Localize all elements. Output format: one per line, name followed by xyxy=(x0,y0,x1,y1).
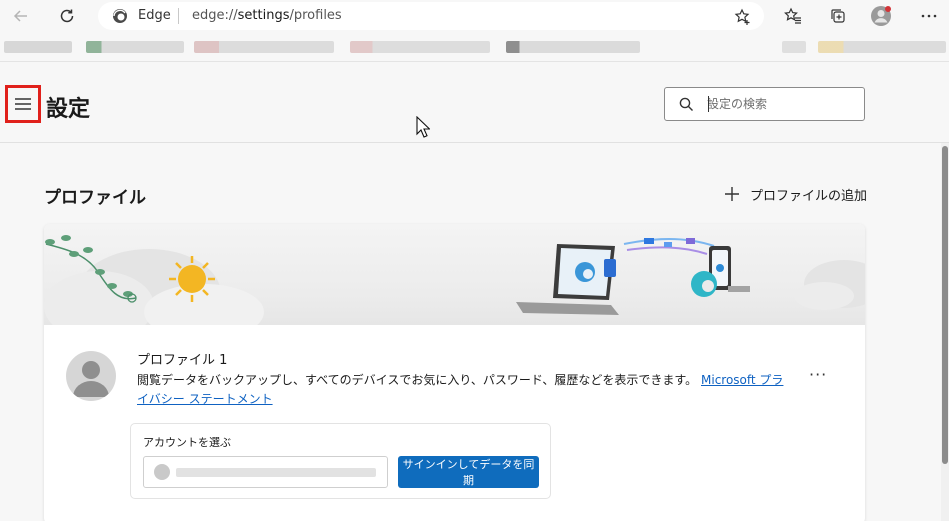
profile-button[interactable] xyxy=(869,4,893,28)
favorite-item[interactable] xyxy=(86,41,184,53)
text-caret xyxy=(708,96,709,112)
account-email-blurred xyxy=(176,468,376,477)
browser-menu-button[interactable] xyxy=(917,4,941,28)
signin-sync-button[interactable]: サインインしてデータを同期 xyxy=(398,456,539,488)
profile-banner-illustration xyxy=(44,224,865,341)
settings-search-input[interactable] xyxy=(707,93,857,115)
plus-icon xyxy=(725,187,739,201)
profile-name: プロファイル 1 xyxy=(137,353,228,368)
section-title: プロファイル xyxy=(44,188,146,208)
back-button[interactable] xyxy=(9,4,33,28)
add-profile-label: プロファイルの追加 xyxy=(750,188,868,204)
collections-button[interactable] xyxy=(826,4,850,28)
edge-logo-icon xyxy=(113,9,127,23)
favorite-item[interactable] xyxy=(350,41,490,53)
favorite-item[interactable] xyxy=(818,41,946,53)
back-arrow-icon xyxy=(13,10,27,22)
favorites-button[interactable] xyxy=(781,4,805,28)
refresh-icon xyxy=(60,9,74,23)
address-separator xyxy=(178,8,179,24)
mouse-cursor-icon xyxy=(416,116,430,138)
settings-header: 設定 xyxy=(0,63,949,143)
settings-search-box[interactable] xyxy=(664,87,865,121)
hamburger-icon xyxy=(15,98,31,110)
favorite-item[interactable] xyxy=(194,41,334,53)
scrollbar-thumb[interactable] xyxy=(942,146,948,464)
add-favorite-icon[interactable] xyxy=(734,8,752,26)
account-chooser: アカウントを選ぶ サインインしてデータを同期 xyxy=(130,423,551,499)
default-avatar-icon xyxy=(73,361,109,397)
profile-description: 閲覧データをバックアップし、すべてのデバイスでお気に入り、パスワード、履歴などを… xyxy=(137,371,787,409)
profile-more-button[interactable]: ··· xyxy=(809,365,827,384)
address-brand: Edge xyxy=(138,8,171,23)
favorites-bar xyxy=(0,32,949,62)
favorite-item[interactable] xyxy=(506,41,640,53)
banner-illustration xyxy=(44,235,865,341)
page-title: 設定 xyxy=(46,97,91,122)
search-icon xyxy=(679,97,693,111)
hamburger-menu-button[interactable] xyxy=(5,85,41,123)
profile-card: プロファイル 1 閲覧データをバックアップし、すべてのデバイスでお気に入り、パス… xyxy=(44,224,865,521)
browser-toolbar: Edge edge://settings/profiles xyxy=(0,0,949,32)
account-avatar-icon xyxy=(154,464,170,480)
account-label: アカウントを選ぶ xyxy=(143,436,231,449)
more-dots-icon xyxy=(921,14,937,18)
address-bar[interactable]: Edge edge://settings/profiles xyxy=(98,2,764,30)
refresh-button[interactable] xyxy=(55,4,79,28)
description-text: 閲覧データをバックアップし、すべてのデバイスでお気に入り、パスワード、履歴などを… xyxy=(137,373,698,387)
profile-avatar xyxy=(66,351,116,401)
user-avatar-icon xyxy=(871,6,891,26)
favorite-item[interactable] xyxy=(4,41,72,53)
account-select[interactable] xyxy=(143,456,388,488)
favorites-icon xyxy=(784,7,801,24)
address-url: edge://settings/profiles xyxy=(192,8,342,23)
add-profile-button[interactable]: プロファイルの追加 xyxy=(724,183,867,205)
favorite-item[interactable] xyxy=(782,41,806,53)
collections-icon xyxy=(831,9,845,23)
